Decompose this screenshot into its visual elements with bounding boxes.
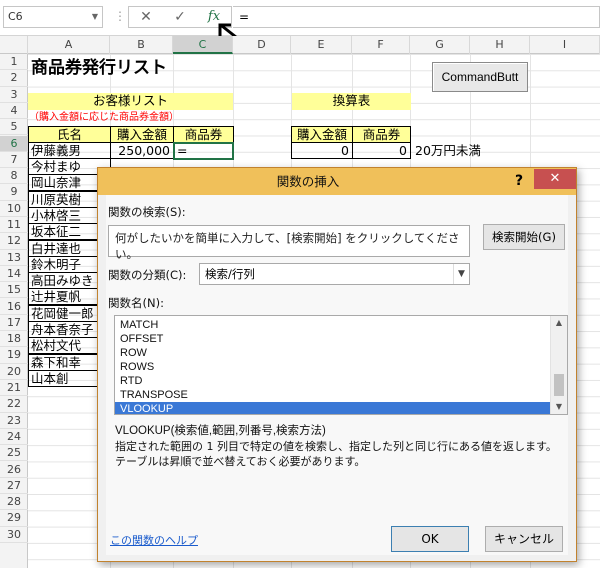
row-header[interactable]: 16: [0, 299, 28, 315]
row-header[interactable]: 28: [0, 494, 28, 511]
row-header[interactable]: 7: [0, 152, 28, 169]
function-help-link[interactable]: この関数のヘルプ: [110, 532, 198, 548]
column-header-c[interactable]: C: [173, 36, 233, 54]
row-header[interactable]: 8: [0, 168, 28, 185]
function-syntax: VLOOKUP(検索値,範囲,列番号,検索方法): [115, 425, 326, 437]
scroll-up-icon[interactable]: ▲: [551, 316, 567, 330]
close-icon[interactable]: ✕: [131, 7, 161, 27]
row-header[interactable]: 17: [0, 315, 28, 332]
conv-header-voucher: 商品券: [352, 126, 411, 143]
row-header-bar: 1 2 3 4 5 6 7 8 9 10 11 12 13 14 15 16 17 18 19 20 21 22 23 24 2…: [0, 54, 28, 568]
conversion-table-header: 換算表: [292, 93, 411, 110]
row-header[interactable]: 4: [0, 103, 28, 120]
row-header[interactable]: 22: [0, 396, 28, 413]
check-icon[interactable]: ✓: [165, 7, 195, 27]
row-header[interactable]: 13: [0, 250, 28, 266]
function-description: 指定された範囲の 1 列目で特定の値を検索し、指定した列と同じ行にある値を返しま…: [115, 440, 557, 468]
row-header[interactable]: 18: [0, 331, 28, 348]
function-search-input[interactable]: 何がしたいかを簡単に入力して、[検索開始] をクリックしてください。: [108, 225, 470, 261]
column-header-g[interactable]: G: [410, 36, 470, 54]
header-name: 氏名: [28, 126, 111, 143]
header-purchase: 購入金額: [110, 126, 174, 143]
function-list-item[interactable]: VLOOKUP: [115, 402, 551, 414]
chevron-down-icon[interactable]: ▼: [92, 7, 98, 27]
ok-button[interactable]: OK: [391, 526, 469, 552]
function-list-item[interactable]: MATCH: [115, 318, 551, 332]
command-button[interactable]: CommandButt: [432, 62, 528, 92]
row-header[interactable]: 24: [0, 429, 28, 446]
customer-name[interactable]: 伊藤義男: [28, 142, 111, 159]
column-header-a[interactable]: A: [28, 36, 110, 54]
row-header[interactable]: 3: [0, 87, 28, 103]
row-header[interactable]: 29: [0, 510, 28, 527]
function-list-item[interactable]: OFFSET: [115, 332, 551, 346]
cancel-button[interactable]: キャンセル: [485, 526, 563, 552]
row-header[interactable]: 26: [0, 462, 28, 478]
function-name-label: 関数名(N):: [108, 296, 164, 310]
formula-input[interactable]: =: [233, 6, 600, 28]
chevron-down-icon[interactable]: ▼: [453, 264, 469, 284]
function-list-item[interactable]: ROW: [115, 346, 551, 360]
column-header-f[interactable]: F: [352, 36, 410, 54]
category-label: 関数の分類(C):: [108, 268, 187, 282]
close-icon[interactable]: ✕: [534, 169, 576, 189]
row-header[interactable]: 27: [0, 478, 28, 495]
function-listbox[interactable]: MATCH OFFSET ROW ROWS RTD TRANSPOSE VLOOKUP ▲ …: [114, 315, 568, 415]
insert-function-dialog: 関数の挿入 ? ✕ 関数の検索(S): 何がしたいかを簡単に入力して、[検索開始…: [97, 167, 577, 562]
header-voucher: 商品券: [173, 126, 234, 143]
listbox-scrollbar[interactable]: ▲ ▼: [550, 316, 567, 414]
function-list-item[interactable]: ROWS: [115, 360, 551, 374]
customer-list-header: お客様リスト: [28, 93, 233, 110]
sheet-title: 商品券発行リスト: [31, 58, 167, 78]
row-header[interactable]: 30: [0, 527, 28, 543]
row-header[interactable]: 11: [0, 217, 28, 234]
column-header-e[interactable]: E: [291, 36, 352, 54]
category-select[interactable]: 検索/行列 ▼: [199, 263, 470, 285]
conv-purchase-value[interactable]: 0: [291, 142, 353, 159]
row-header[interactable]: 14: [0, 266, 28, 283]
row-header[interactable]: 2: [0, 70, 28, 87]
conv-header-purchase: 購入金額: [291, 126, 353, 143]
active-cell-border: [173, 142, 234, 160]
note-text: （購入金額に応じた商品券金額）: [29, 112, 179, 123]
row-header[interactable]: 12: [0, 233, 28, 250]
help-icon[interactable]: ?: [509, 171, 529, 191]
row-header[interactable]: 19: [0, 347, 28, 364]
column-header-bar: A B C D E F G H I: [0, 36, 600, 54]
row-header[interactable]: 25: [0, 445, 28, 462]
conv-note: 20万円未満: [415, 143, 481, 158]
column-header-b[interactable]: B: [110, 36, 173, 54]
conv-voucher-value[interactable]: 0: [352, 142, 411, 159]
row-header[interactable]: 9: [0, 184, 28, 201]
row-header[interactable]: 5: [0, 119, 28, 136]
function-list-item[interactable]: TRANSPOSE: [115, 388, 551, 402]
dialog-title: 関数の挿入: [276, 174, 340, 189]
category-value: 検索/行列: [205, 267, 255, 281]
select-all-corner[interactable]: [0, 36, 28, 54]
dialog-titlebar[interactable]: 関数の挿入 ? ✕: [98, 168, 576, 195]
scrollbar-thumb[interactable]: [554, 374, 564, 396]
row-header[interactable]: 21: [0, 380, 28, 397]
column-header-d[interactable]: D: [233, 36, 291, 54]
row-header[interactable]: 10: [0, 201, 28, 217]
row-header[interactable]: 15: [0, 282, 28, 299]
function-list-item[interactable]: RTD: [115, 374, 551, 388]
row-header[interactable]: 20: [0, 364, 28, 380]
purchase-amount[interactable]: 250,000: [110, 142, 174, 159]
name-box[interactable]: C6 ▼: [3, 6, 103, 28]
name-box-value: C6: [8, 10, 23, 23]
formula-bar-separator: ⋮: [114, 9, 126, 23]
column-header-i[interactable]: I: [530, 36, 600, 54]
column-header-h[interactable]: H: [470, 36, 530, 54]
row-header[interactable]: 23: [0, 413, 28, 429]
row-header[interactable]: 6: [0, 135, 28, 152]
search-start-button[interactable]: 検索開始(G): [483, 224, 565, 250]
row-header[interactable]: 1: [0, 54, 28, 71]
search-label: 関数の検索(S):: [108, 205, 186, 219]
scroll-down-icon[interactable]: ▼: [551, 400, 567, 414]
formula-bar: C6 ▼ ⋮ ✕ ✓ fx =: [0, 0, 600, 47]
